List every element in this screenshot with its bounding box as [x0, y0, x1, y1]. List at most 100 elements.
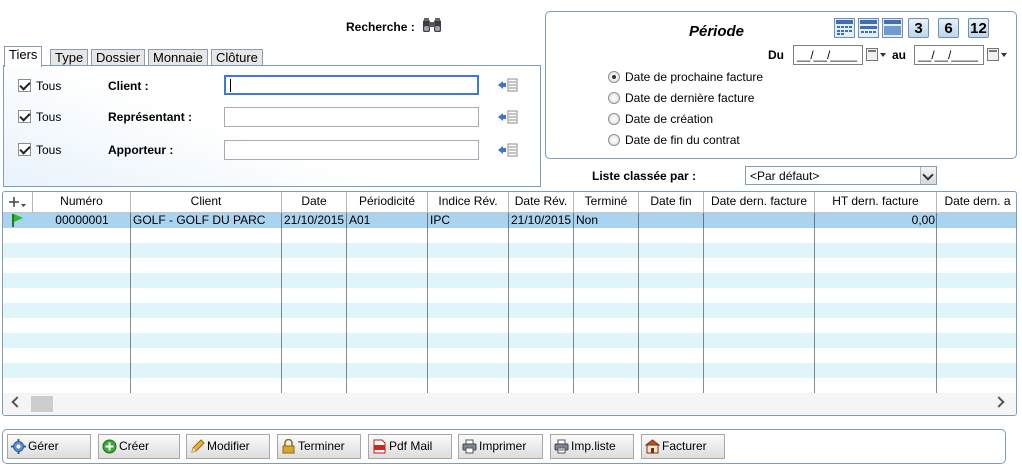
scroll-right-icon[interactable]	[993, 396, 1005, 408]
facturer-label: Facturer	[662, 439, 707, 453]
creer-button[interactable]: Créer	[98, 434, 180, 459]
chevron-down-icon[interactable]	[920, 167, 936, 184]
column-header-date-fin[interactable]: Date fin	[639, 192, 704, 213]
apporteur-list-icon[interactable]	[497, 142, 519, 158]
empty-row	[3, 258, 1016, 273]
period-3-months-button[interactable]: 3	[908, 18, 929, 38]
checkbox-checked[interactable]	[18, 79, 31, 92]
apporteur-input[interactable]	[224, 140, 479, 160]
facturer-button[interactable]: Facturer	[641, 434, 725, 459]
representant-list-icon[interactable]	[497, 109, 519, 125]
date-from-picker-icon[interactable]	[866, 48, 888, 62]
radio-button[interactable]	[608, 134, 620, 146]
periode-title: Période	[689, 23, 745, 40]
green-flag-icon	[11, 213, 31, 228]
scroll-left-icon[interactable]	[11, 396, 23, 408]
creer-label: Créer	[119, 439, 150, 453]
column-divider	[638, 213, 639, 393]
period-6-months-button[interactable]: 6	[938, 18, 959, 38]
tab-tiers[interactable]: Tiers	[4, 46, 43, 67]
period-12-months-button[interactable]: 12	[968, 18, 989, 38]
column-header-date-dern-facture[interactable]: Date dern. facture	[704, 192, 815, 213]
representant-tous-checkbox[interactable]: Tous	[18, 109, 78, 125]
pdf-mail-button[interactable]: Pdf Mail	[368, 434, 452, 459]
client-input[interactable]	[224, 75, 479, 95]
sort-label: Liste classée par :	[592, 169, 697, 183]
cell-termine: Non	[576, 213, 599, 227]
apporteur-label: Apporteur :	[108, 143, 174, 157]
imprimer-label: Imprimer	[479, 439, 527, 453]
calendar-month-icon[interactable]	[882, 18, 903, 38]
print-list-icon	[554, 439, 569, 454]
column-divider	[703, 213, 704, 393]
radio-button[interactable]	[608, 92, 620, 104]
imp-liste-button[interactable]: Imp.liste	[550, 434, 634, 459]
column-header-termine[interactable]: Terminé	[574, 192, 639, 213]
imprimer-button[interactable]: Imprimer	[458, 434, 543, 459]
text-caret	[230, 79, 231, 92]
empty-row	[3, 303, 1016, 318]
periode-panel: Période 3 6 12 Du __/__/____ au __/__/__…	[545, 11, 1017, 159]
gear-icon	[11, 439, 26, 454]
pencil-icon	[190, 439, 205, 454]
column-header-date-dern-a[interactable]: Date dern. a	[937, 192, 1016, 213]
tab-cloture[interactable]: Clôture	[211, 49, 263, 66]
lock-icon	[281, 438, 296, 454]
horizontal-scrollbar[interactable]	[3, 393, 1016, 415]
calendar-week-icon[interactable]	[858, 18, 879, 38]
radio-button[interactable]	[608, 113, 620, 125]
tab-type[interactable]: Type	[50, 49, 89, 66]
cell-client: GOLF - GOLF DU PARC	[133, 213, 266, 227]
column-header-periodicite[interactable]: Périodicité	[347, 192, 428, 213]
calendar-day-icon[interactable]	[834, 18, 855, 38]
imp-liste-label: Imp.liste	[571, 439, 616, 453]
date-to-input[interactable]: __/__/____	[914, 45, 984, 65]
terminer-label: Terminer	[298, 439, 345, 453]
scrollbar-thumb[interactable]	[31, 396, 53, 412]
apporteur-tous-checkbox[interactable]: Tous	[18, 142, 78, 158]
cell-numero: 00000001	[55, 213, 109, 227]
date-to-picker-icon[interactable]	[987, 48, 1009, 62]
tab-dossier[interactable]: Dossier	[91, 49, 146, 66]
column-add-icon[interactable]	[3, 192, 33, 213]
radio-fin-contrat-label: Date de fin du contrat	[625, 133, 740, 147]
representant-input[interactable]	[224, 107, 479, 127]
empty-row	[3, 243, 1016, 258]
grid-body: 00000001 GOLF - GOLF DU PARC 21/10/2015 …	[3, 213, 1016, 393]
column-header-ht-dern-facture[interactable]: HT dern. facture	[815, 192, 937, 213]
terminer-button[interactable]: Terminer	[277, 434, 361, 459]
column-header-client[interactable]: Client	[131, 192, 282, 213]
apporteur-tous-label: Tous	[36, 143, 62, 157]
pdf-mail-label: Pdf Mail	[389, 439, 433, 453]
checkbox-checked[interactable]	[18, 110, 31, 123]
sort-select[interactable]: <Par défaut>	[745, 166, 937, 185]
column-header-numero[interactable]: Numéro	[33, 192, 131, 213]
checkbox-checked[interactable]	[18, 143, 31, 156]
search-label: Recherche :	[346, 20, 415, 34]
cell-date-dern-a	[937, 213, 1016, 228]
column-divider	[130, 213, 131, 393]
radio-button-selected[interactable]	[608, 71, 620, 83]
cell-ht-dern-facture: 0,00	[911, 213, 935, 227]
client-list-icon[interactable]	[497, 77, 519, 93]
client-tous-checkbox[interactable]: Tous	[18, 78, 78, 94]
column-header-indice-rev[interactable]: Indice Rév.	[428, 192, 509, 213]
cell-date-fin	[639, 213, 704, 228]
gerer-button[interactable]: Gérer	[7, 434, 91, 459]
cell-date: 21/10/2015	[284, 213, 345, 227]
column-header-date-rev[interactable]: Date Rév.	[509, 192, 574, 213]
grid-header: Numéro Client Date Périodicité Indice Ré…	[3, 192, 1016, 213]
modifier-button[interactable]: Modifier	[186, 434, 270, 459]
representant-label: Représentant :	[108, 110, 193, 124]
gerer-label: Gérer	[28, 439, 59, 453]
date-from-input[interactable]: __/__/____	[793, 45, 863, 65]
radio-derniere-facture-label: Date de dernière facture	[625, 91, 755, 105]
binoculars-search-icon[interactable]	[420, 16, 444, 36]
table-row[interactable]: 00000001 GOLF - GOLF DU PARC 21/10/2015 …	[3, 213, 1016, 228]
radio-creation-label: Date de création	[625, 112, 714, 126]
cell-indice-rev: IPC	[430, 213, 451, 227]
tab-monnaie[interactable]: Monnaie	[148, 49, 208, 66]
empty-row	[3, 273, 1016, 288]
radio-prochaine-facture-label: Date de prochaine facture	[625, 70, 764, 84]
column-header-date[interactable]: Date	[282, 192, 347, 213]
